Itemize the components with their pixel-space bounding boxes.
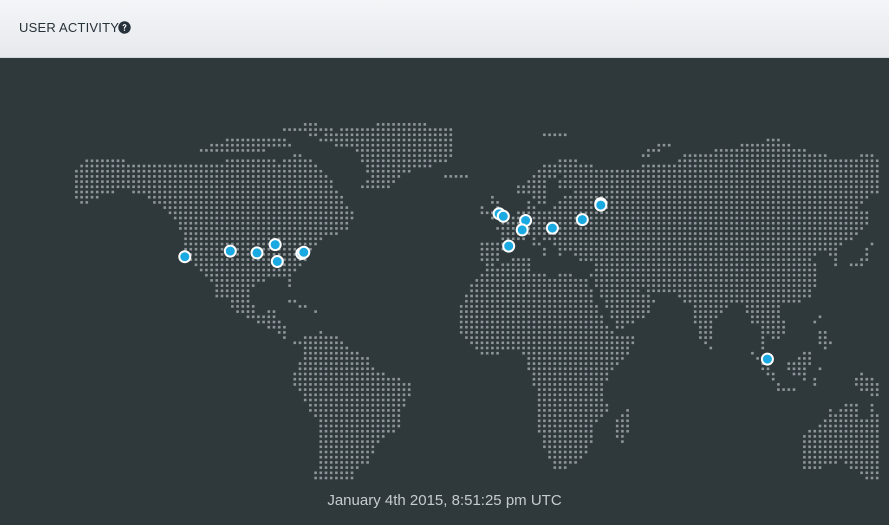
activity-marker-spain[interactable] bbox=[502, 239, 516, 253]
activity-marker-malaysia[interactable] bbox=[760, 352, 774, 366]
activity-marker-moscow-2[interactable] bbox=[594, 198, 608, 212]
panel-header: USER ACTIVITY bbox=[0, 0, 889, 58]
activity-marker-tennessee[interactable] bbox=[270, 255, 284, 268]
world-map-svg[interactable] bbox=[0, 58, 889, 525]
activity-marker-colorado[interactable] bbox=[223, 244, 237, 258]
panel-title: USER ACTIVITY bbox=[19, 20, 120, 35]
world-map[interactable] bbox=[0, 58, 889, 525]
activity-marker-switzerland[interactable] bbox=[515, 223, 529, 237]
activity-marker-maryland[interactable] bbox=[297, 245, 311, 259]
activity-marker-missouri[interactable] bbox=[250, 246, 264, 260]
activity-marker-california[interactable] bbox=[178, 250, 192, 264]
activity-timestamp: January 4th 2015, 8:51:25 pm UTC bbox=[327, 492, 562, 509]
question-circle-icon[interactable] bbox=[118, 21, 131, 34]
land-dots bbox=[75, 123, 879, 480]
activity-marker-illinois[interactable] bbox=[268, 238, 282, 252]
activity-marker-ukraine[interactable] bbox=[575, 213, 589, 227]
activity-marker-uk-london[interactable] bbox=[496, 209, 510, 223]
activity-marker-hungary[interactable] bbox=[545, 221, 559, 235]
